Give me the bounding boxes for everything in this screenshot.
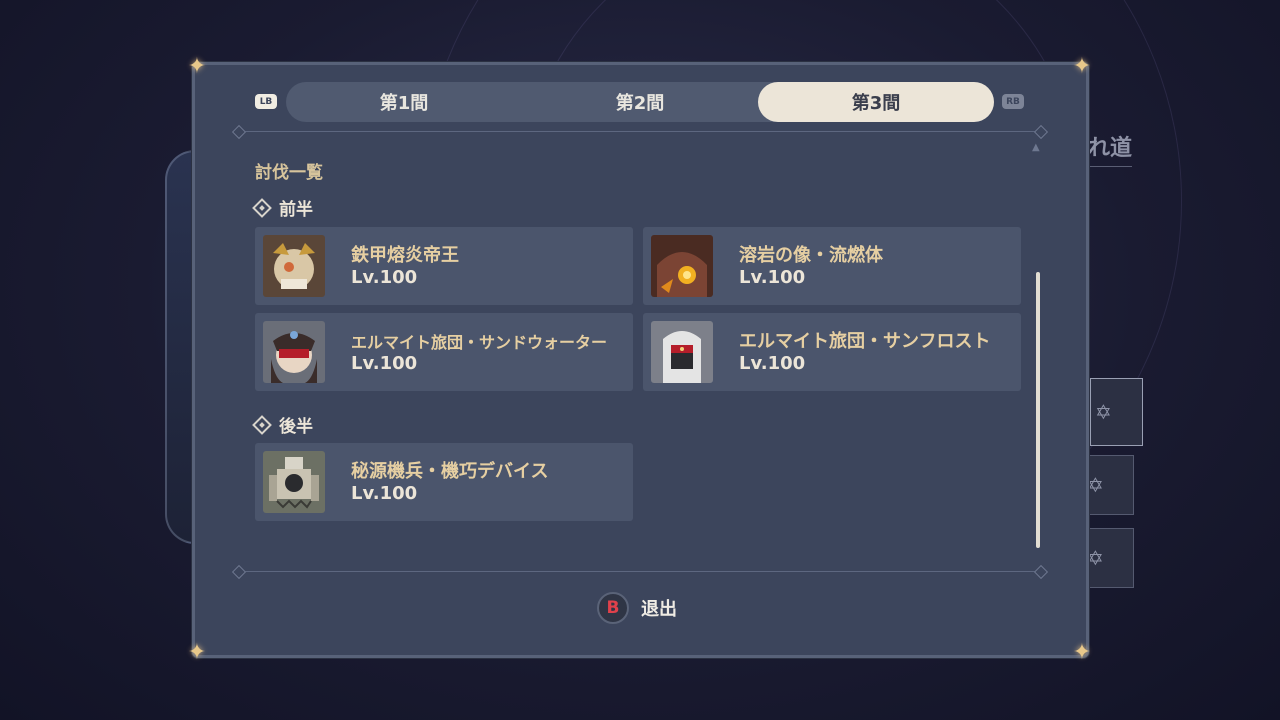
lava-statue-portrait-icon <box>651 235 713 297</box>
section-title: 討伐一覧 <box>255 163 323 183</box>
chamber-tabs: 第1間 第2間 第3間 <box>286 82 994 122</box>
enemy-card[interactable]: 鉄甲熔炎帝王 Lv.100 <box>255 227 633 305</box>
enemy-level: Lv.100 <box>739 267 806 288</box>
enemy-name: 溶岩の像・流燃体 <box>739 245 883 266</box>
enemy-card[interactable]: 秘源機兵・機巧デバイス Lv.100 <box>255 443 633 521</box>
enemy-level: Lv.100 <box>351 483 418 504</box>
secret-source-device-portrait-icon <box>263 451 325 513</box>
enemy-level: Lv.100 <box>739 353 806 374</box>
scroll-up-icon: ▲ <box>1032 142 1040 153</box>
enemy-name: 鉄甲熔炎帝王 <box>351 245 459 266</box>
background-slot-icon: ✡ <box>1090 378 1143 446</box>
background-partial-title: れ道 <box>1088 130 1133 167</box>
tab-chamber-1[interactable]: 第1間 <box>286 82 522 122</box>
group-label: 前半 <box>279 200 313 220</box>
diamond-icon <box>252 197 272 218</box>
eremite-sandwater-portrait-icon <box>263 321 325 383</box>
rb-button[interactable]: RB <box>1002 94 1024 109</box>
exit-label: 退出 <box>641 599 677 620</box>
b-button-icon: B <box>597 592 629 624</box>
enemy-name: エルマイト旅団・サンフロスト <box>739 331 991 352</box>
corner-ornament-icon: ✦ <box>187 640 207 665</box>
enemy-name: 秘源機兵・機巧デバイス <box>351 461 549 482</box>
enemy-name: エルマイト旅団・サンドウォーター <box>351 333 608 352</box>
background-slot-icon: ✡ <box>1082 455 1134 515</box>
armored-lava-emperor-portrait-icon <box>263 235 325 297</box>
tab-chamber-2[interactable]: 第2間 <box>522 82 758 122</box>
diamond-icon <box>252 414 272 435</box>
group-first-half: 前半 <box>252 195 313 220</box>
group-second-half: 後半 <box>252 412 313 437</box>
tab-chamber-3[interactable]: 第3間 <box>758 82 994 122</box>
enemy-level: Lv.100 <box>351 267 418 288</box>
enemy-card[interactable]: エルマイト旅団・サンフロスト Lv.100 <box>643 313 1021 391</box>
corner-ornament-icon: ✦ <box>187 54 207 79</box>
enemy-card[interactable]: エルマイト旅団・サンドウォーター Lv.100 <box>255 313 633 391</box>
eremite-sunfrost-portrait-icon <box>651 321 713 383</box>
enemy-level: Lv.100 <box>351 353 418 374</box>
enemy-card[interactable]: 溶岩の像・流燃体 Lv.100 <box>643 227 1021 305</box>
corner-ornament-icon: ✦ <box>1072 640 1092 665</box>
group-label: 後半 <box>279 417 313 437</box>
background-slot-icon: ✡ <box>1082 528 1134 588</box>
exit-button[interactable]: B 退出 <box>597 592 677 624</box>
bottom-divider <box>240 571 1040 572</box>
corner-ornament-icon: ✦ <box>1072 54 1092 79</box>
lb-button[interactable]: LB <box>255 94 277 109</box>
top-divider <box>240 131 1040 132</box>
scrollbar[interactable] <box>1036 272 1040 548</box>
